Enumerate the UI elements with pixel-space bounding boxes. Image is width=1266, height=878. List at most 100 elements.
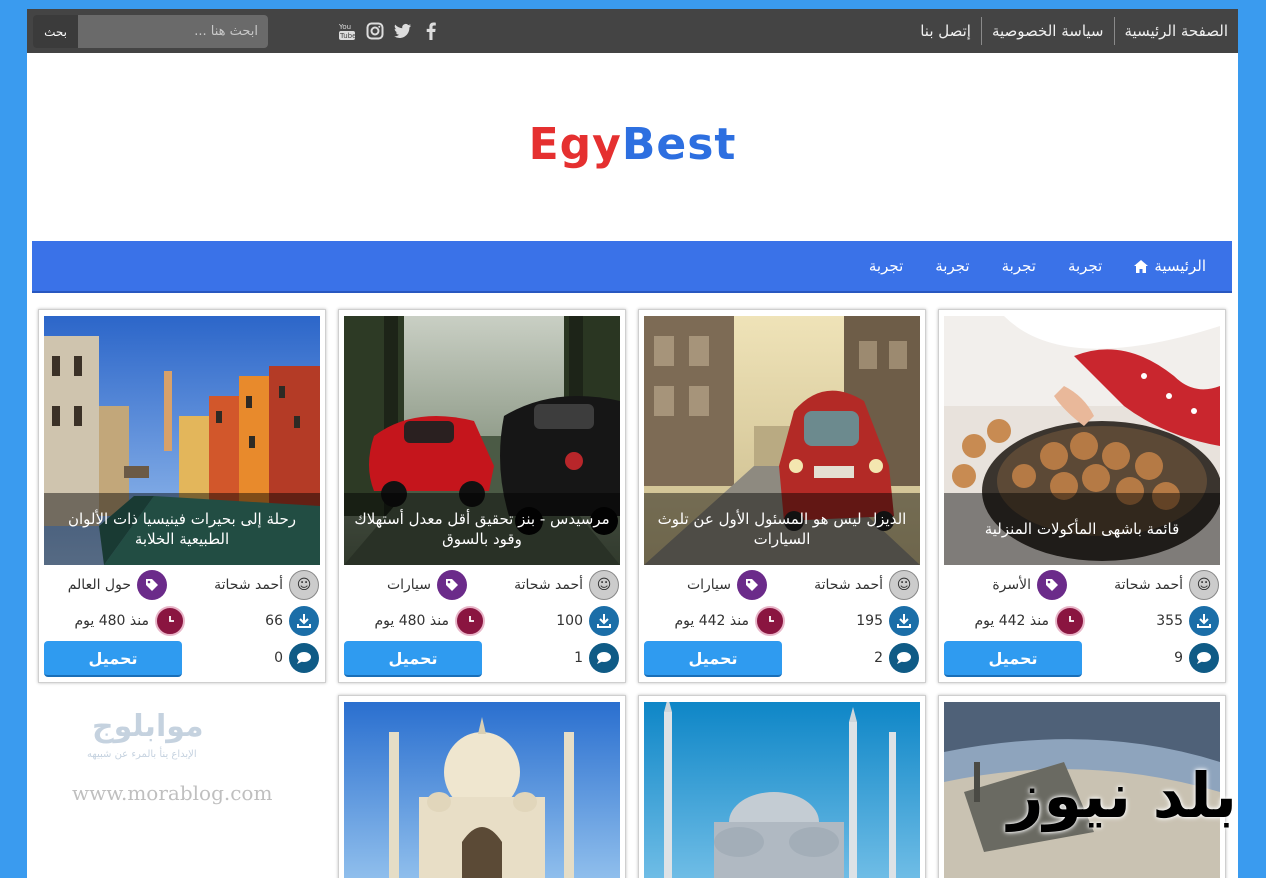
post-thumbnail[interactable]: قائمة باشهى المأكولات المنزلية (944, 316, 1220, 565)
comment-icon (889, 643, 919, 673)
post-time: منذ 442 يوم (674, 606, 785, 636)
svg-text:Tube: Tube (339, 32, 356, 40)
post-date: منذ 442 يوم (974, 613, 1049, 629)
post-thumbnail[interactable]: الديزل ليس هو المسئول الأول عن تلوث السي… (644, 316, 920, 565)
nav-item-2[interactable]: تجربة (986, 257, 1052, 275)
comment-count: 9 (1174, 650, 1183, 666)
post-downloads: 195 (856, 606, 919, 636)
post-comments: 0 (274, 643, 319, 673)
watermark-text: بلد نيوز (1007, 759, 1237, 832)
site-logo[interactable]: EgyBest (27, 119, 1238, 170)
post-downloads: 355 (1156, 606, 1219, 636)
avatar: ☺ (289, 570, 319, 600)
logo-part-egy: Egy (528, 119, 622, 170)
avatar: ☺ (889, 570, 919, 600)
post-comments: 1 (574, 643, 619, 673)
comment-count: 1 (574, 650, 583, 666)
author-name[interactable]: أحمد شحاتة (514, 577, 583, 593)
download-icon (1189, 606, 1219, 636)
download-count: 100 (556, 613, 583, 629)
post-card: رحلة إلى بحيرات فينيسيا ذات الألوان الطب… (38, 309, 326, 683)
post-comments: 9 (1174, 643, 1219, 673)
download-count: 355 (1156, 613, 1183, 629)
post-title[interactable]: قائمة باشهى المأكولات المنزلية (944, 493, 1220, 565)
post-thumbnail[interactable] (344, 702, 620, 878)
post-title[interactable]: رحلة إلى بحيرات فينيسيا ذات الألوان الطب… (44, 493, 320, 565)
author-name[interactable]: أحمد شحاتة (814, 577, 883, 593)
post-author: ☺ أحمد شحاتة (514, 570, 619, 600)
download-count: 66 (265, 613, 283, 629)
download-icon (289, 606, 319, 636)
download-count: 195 (856, 613, 883, 629)
post-author: ☺ أحمد شحاتة (214, 570, 319, 600)
post-date: منذ 442 يوم (674, 613, 749, 629)
post-author: ☺ أحمد شحاتة (814, 570, 919, 600)
post-date: منذ 480 يوم (374, 613, 449, 629)
comment-icon (589, 643, 619, 673)
tag-icon (137, 570, 167, 600)
post-time: منذ 442 يوم (974, 606, 1085, 636)
download-button[interactable]: تحميل (344, 641, 482, 677)
tag-icon (437, 570, 467, 600)
clock-icon (755, 606, 785, 636)
post-date: منذ 480 يوم (74, 613, 149, 629)
search-input[interactable] (78, 15, 268, 48)
download-icon (589, 606, 619, 636)
download-button[interactable]: تحميل (44, 641, 182, 677)
download-button[interactable]: تحميل (944, 641, 1082, 677)
download-icon (889, 606, 919, 636)
top-link-privacy[interactable]: سياسة الخصوصية (982, 17, 1114, 45)
comment-icon (1189, 643, 1219, 673)
watermark-name: موابلوج (92, 709, 204, 744)
download-button[interactable]: تحميل (644, 641, 782, 677)
logo-part-best: Best (621, 119, 737, 170)
post-category: الأسرة (992, 570, 1067, 600)
nav-item-home[interactable]: الرئيسية (1118, 257, 1222, 275)
instagram-icon[interactable] (365, 21, 385, 41)
comment-count: 2 (874, 650, 883, 666)
post-thumbnail[interactable]: مرسيدس - بنز تحقيق أقل معدل أستهلاك وقود… (344, 316, 620, 565)
search-box: بحث (33, 15, 268, 48)
top-bar: الصفحة الرئيسية سياسة الخصوصية إتصل بنا … (27, 9, 1238, 53)
baladnews-watermark: بلد نيوز (867, 749, 1237, 878)
svg-text:You: You (338, 23, 351, 31)
twitter-icon[interactable] (393, 21, 413, 41)
facebook-icon[interactable] (421, 21, 441, 41)
watermark-url: www.morablog.com (72, 781, 273, 805)
category-label[interactable]: الأسرة (992, 577, 1031, 593)
avatar: ☺ (589, 570, 619, 600)
post-author: ☺ أحمد شحاتة (1114, 570, 1219, 600)
comment-count: 0 (274, 650, 283, 666)
post-card: مرسيدس - بنز تحقيق أقل معدل أستهلاك وقود… (338, 309, 626, 683)
search-button[interactable]: بحث (33, 15, 78, 48)
clock-icon (155, 606, 185, 636)
top-link-contact[interactable]: إتصل بنا (910, 17, 981, 45)
author-name[interactable]: أحمد شحاتة (1114, 577, 1183, 593)
category-label[interactable]: سيارات (387, 577, 431, 593)
post-card: الديزل ليس هو المسئول الأول عن تلوث السي… (638, 309, 926, 683)
nav-item-4[interactable]: تجربة (853, 257, 919, 275)
watermark-tagline: الإبداع ينأ بالمرء عن شبيهه (87, 749, 197, 760)
post-title[interactable]: مرسيدس - بنز تحقيق أقل معدل أستهلاك وقود… (344, 493, 620, 565)
tag-icon (1037, 570, 1067, 600)
post-time: منذ 480 يوم (374, 606, 485, 636)
top-links: الصفحة الرئيسية سياسة الخصوصية إتصل بنا (910, 9, 1238, 53)
post-downloads: 66 (265, 606, 319, 636)
category-label[interactable]: حول العالم (68, 577, 131, 593)
nav-item-1[interactable]: تجربة (1052, 257, 1118, 275)
category-label[interactable]: سيارات (687, 577, 731, 593)
post-title[interactable]: الديزل ليس هو المسئول الأول عن تلوث السي… (644, 493, 920, 565)
top-link-home[interactable]: الصفحة الرئيسية (1115, 17, 1239, 45)
post-comments: 2 (874, 643, 919, 673)
nav-item-3[interactable]: تجربة (919, 257, 985, 275)
post-category: سيارات (387, 570, 467, 600)
post-downloads: 100 (556, 606, 619, 636)
post-card (338, 695, 626, 878)
author-name[interactable]: أحمد شحاتة (214, 577, 283, 593)
page-frame: الصفحة الرئيسية سياسة الخصوصية إتصل بنا … (27, 9, 1238, 878)
social-links: You Tube (337, 9, 441, 53)
youtube-icon[interactable]: You Tube (337, 21, 357, 41)
post-thumbnail[interactable]: رحلة إلى بحيرات فينيسيا ذات الألوان الطب… (44, 316, 320, 565)
post-category: سيارات (687, 570, 767, 600)
post-card: قائمة باشهى المأكولات المنزلية ☺ أحمد شح… (938, 309, 1226, 683)
